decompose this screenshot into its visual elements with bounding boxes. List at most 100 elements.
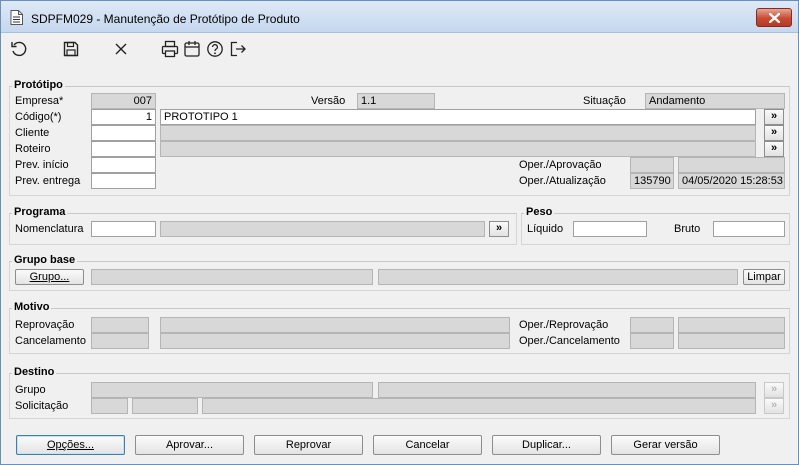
- oper-cancelamento-date: [678, 333, 785, 349]
- document-icon: [10, 10, 23, 25]
- oper-cancelamento-code: [630, 333, 674, 349]
- cliente-lookup-button[interactable]: »: [764, 125, 784, 141]
- grupo-button-label: Grupo...: [29, 271, 70, 283]
- toolbar: [1, 34, 798, 64]
- oper-cancelamento-label: Oper./Cancelamento: [519, 335, 620, 347]
- situacao-label: Situação: [583, 95, 626, 107]
- gerar-versao-button[interactable]: Gerar versão: [611, 435, 720, 455]
- calendar-icon: [184, 41, 200, 57]
- bruto-label: Bruto: [674, 223, 701, 235]
- roteiro-field[interactable]: [91, 141, 156, 157]
- grupo-base-field-2: [378, 269, 738, 285]
- oper-reprovacao-date: [678, 317, 785, 333]
- peso-title: Peso: [524, 206, 555, 218]
- opcoes-button-label: Opções...: [46, 439, 95, 451]
- calendar-button[interactable]: [182, 39, 202, 59]
- save-button[interactable]: [61, 39, 81, 59]
- refresh-icon: [11, 41, 27, 57]
- grupo-base-title: Grupo base: [12, 254, 78, 266]
- grupo-base-field-1: [91, 269, 373, 285]
- main-window: SDPFM029 - Manutenção de Protótipo de Pr…: [0, 0, 799, 465]
- aprovar-button-label: Aprovar...: [165, 439, 214, 451]
- nomenclatura-label: Nomenclatura: [15, 223, 84, 235]
- reprovar-button-label: Reprovar: [285, 439, 332, 451]
- prev-inicio-label: Prev. início: [15, 159, 69, 171]
- cancel-icon: [115, 43, 127, 55]
- solicitacao-label: Solicitação: [15, 400, 69, 412]
- oper-aprovacao-date: [678, 157, 785, 173]
- prev-entrega-field[interactable]: [91, 173, 156, 189]
- destino-grupo-field-2: [378, 382, 756, 398]
- reprovacao-description-field: [160, 317, 510, 333]
- cancelamento-code-field: [91, 333, 149, 349]
- roteiro-lookup-button[interactable]: »: [764, 141, 784, 157]
- oper-reprovacao-label: Oper./Reprovação: [519, 319, 609, 331]
- prototipo-title: Protótipo: [12, 79, 65, 91]
- destino-grupo-label: Grupo: [15, 384, 46, 396]
- bruto-field[interactable]: [713, 221, 785, 237]
- close-button[interactable]: [756, 8, 792, 27]
- refresh-button[interactable]: [9, 39, 29, 59]
- oper-aprovacao-code: [630, 157, 674, 173]
- empresa-label: Empresa*: [15, 95, 64, 107]
- codigo-label: Código(*): [15, 111, 62, 123]
- liquido-label: Líquido: [527, 223, 564, 235]
- print-icon: [161, 40, 179, 58]
- solicitacao-field-1: [91, 398, 128, 414]
- codigo-description-field[interactable]: PROTOTIPO 1: [160, 109, 756, 125]
- nomenclatura-lookup-button[interactable]: »: [489, 221, 509, 237]
- prev-entrega-label: Prev. entrega: [15, 175, 81, 187]
- gerar-versao-button-label: Gerar versão: [633, 439, 698, 451]
- liquido-field[interactable]: [573, 221, 647, 237]
- help-button[interactable]: [205, 39, 225, 59]
- empresa-field[interactable]: 007: [91, 93, 156, 109]
- cancelamento-description-field: [160, 333, 510, 349]
- reprovacao-label: Reprovação: [15, 319, 75, 331]
- close-icon: [769, 13, 780, 23]
- reprovar-button[interactable]: Reprovar: [254, 435, 363, 455]
- cliente-label: Cliente: [15, 127, 50, 139]
- situacao-field[interactable]: Andamento: [645, 93, 785, 109]
- solicitacao-field-3: [202, 398, 756, 414]
- destino-grupo-lookup-button[interactable]: »: [764, 382, 784, 398]
- roteiro-description-field: [160, 141, 756, 157]
- save-icon: [63, 41, 79, 57]
- cancelar-button[interactable]: Cancelar: [373, 435, 482, 455]
- exit-icon: [230, 41, 246, 57]
- motivo-title: Motivo: [12, 301, 52, 313]
- codigo-field[interactable]: 1: [91, 109, 156, 125]
- window-title: SDPFM029 - Manutenção de Protótipo de Pr…: [31, 12, 300, 26]
- print-button[interactable]: [160, 39, 180, 59]
- destino-grupo-field-1: [91, 382, 373, 398]
- solicitacao-field-2: [132, 398, 198, 414]
- limpar-button[interactable]: Limpar: [743, 269, 785, 285]
- oper-atualizacao-label: Oper./Atualização: [519, 175, 606, 187]
- title-bar: SDPFM029 - Manutenção de Protótipo de Pr…: [1, 1, 798, 33]
- nomenclatura-description-field: [160, 221, 485, 237]
- cliente-field[interactable]: [91, 125, 156, 141]
- aprovar-button[interactable]: Aprovar...: [135, 435, 244, 455]
- oper-atualizacao-date: 04/05/2020 15:28:53: [678, 173, 785, 189]
- prev-inicio-field[interactable]: [91, 157, 156, 173]
- help-icon: [207, 41, 223, 57]
- nomenclatura-field[interactable]: [91, 221, 156, 237]
- cancel-button-toolbar[interactable]: [111, 39, 131, 59]
- versao-label: Versão: [311, 95, 346, 107]
- programa-title: Programa: [12, 206, 68, 218]
- oper-atualizacao-code: 135790: [630, 173, 674, 189]
- exit-button[interactable]: [228, 39, 248, 59]
- reprovacao-code-field: [91, 317, 149, 333]
- duplicar-button-label: Duplicar...: [522, 439, 571, 451]
- solicitacao-lookup-button[interactable]: »: [764, 398, 784, 414]
- cliente-description-field: [160, 125, 756, 141]
- oper-aprovacao-label: Oper./Aprovação: [519, 159, 602, 171]
- cancelar-button-label: Cancelar: [405, 439, 450, 451]
- duplicar-button[interactable]: Duplicar...: [492, 435, 601, 455]
- oper-reprovacao-code: [630, 317, 674, 333]
- roteiro-label: Roteiro: [15, 143, 51, 155]
- opcoes-button[interactable]: Opções...: [16, 435, 125, 455]
- grupo-button[interactable]: Grupo...: [15, 269, 84, 285]
- versao-field[interactable]: 1.1: [357, 93, 435, 109]
- codigo-lookup-button[interactable]: »: [764, 109, 784, 125]
- destino-title: Destino: [12, 366, 57, 378]
